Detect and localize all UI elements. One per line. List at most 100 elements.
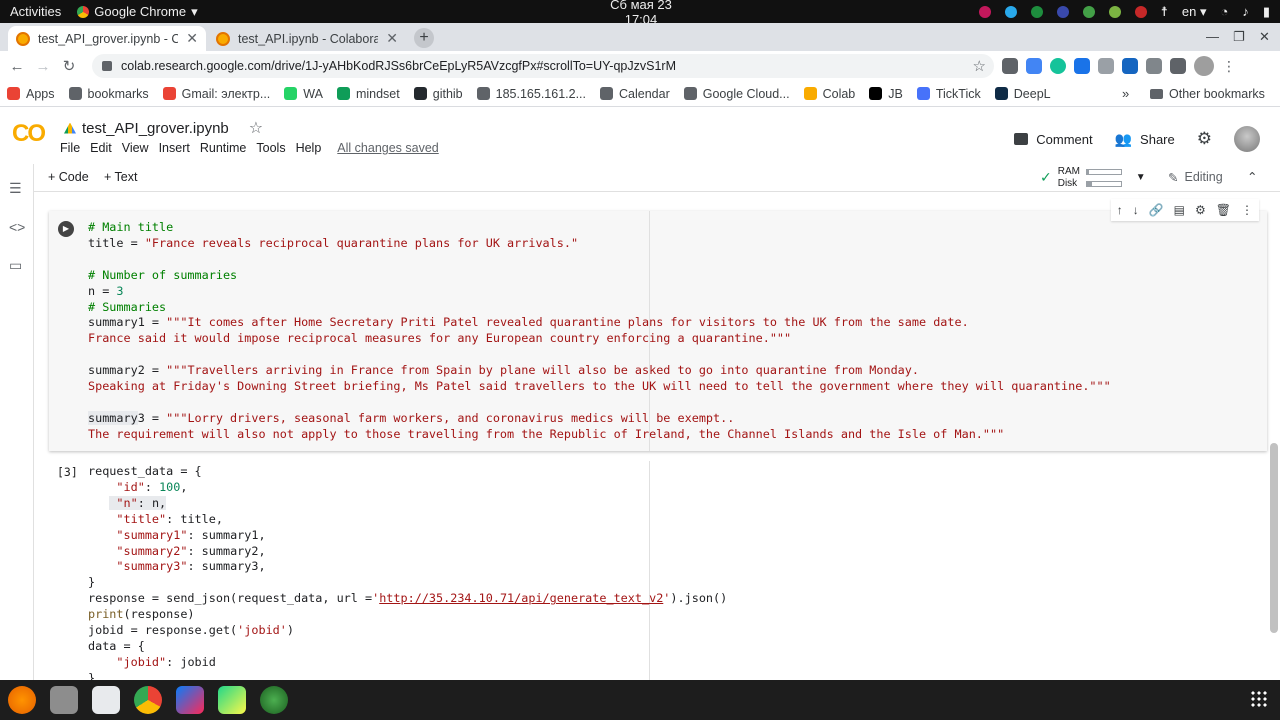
- menu-insert[interactable]: Insert: [159, 141, 198, 155]
- tab-inactive[interactable]: test_API.ipynb - Colabora ✕: [208, 26, 406, 51]
- accessibility-icon[interactable]: ☨: [1161, 4, 1168, 20]
- chevron-down-icon[interactable]: ▼: [1136, 172, 1146, 183]
- bookmark-item[interactable]: 185.165.161.2...: [470, 87, 593, 101]
- star-icon[interactable]: ☆: [249, 118, 263, 138]
- add-code-button[interactable]: + Code: [48, 170, 89, 184]
- code-line: }: [88, 575, 96, 590]
- bookmark-item[interactable]: WA: [277, 87, 330, 101]
- menu-tools[interactable]: Tools: [256, 141, 293, 155]
- more-icon[interactable]: ⋮: [1241, 203, 1253, 217]
- app-menu[interactable]: Google Chrome ▾: [71, 4, 203, 20]
- code-line: "id": 100,: [116, 479, 188, 494]
- bookmark-item[interactable]: bookmarks: [62, 87, 156, 101]
- globe-app-icon[interactable]: [260, 686, 288, 714]
- forward-arrow-icon[interactable]: →: [30, 58, 56, 75]
- back-arrow-icon[interactable]: ←: [4, 58, 30, 75]
- run-cell-button[interactable]: ▶: [58, 221, 74, 237]
- extension-tools-icon[interactable]: [1146, 58, 1162, 74]
- telegram-icon[interactable]: [1004, 5, 1017, 18]
- notebook-scrollbar[interactable]: [1270, 443, 1278, 633]
- extension-shield-icon[interactable]: [1002, 58, 1018, 74]
- extension-dots-icon[interactable]: [1098, 58, 1114, 74]
- bookmark-item[interactable]: githib: [407, 87, 470, 101]
- bookmark-item[interactable]: Colab: [797, 87, 863, 101]
- close-icon[interactable]: ✕: [386, 30, 398, 47]
- grammarly-icon[interactable]: [1050, 58, 1066, 74]
- reload-icon[interactable]: ↻: [56, 57, 82, 75]
- other-bookmarks-button[interactable]: Other bookmarks: [1150, 87, 1265, 101]
- text-editor-icon[interactable]: [92, 686, 120, 714]
- comment-icon[interactable]: ▤: [1174, 203, 1185, 217]
- bookmark-star-icon[interactable]: ☆: [973, 57, 986, 75]
- bookmark-item[interactable]: DeepL: [988, 87, 1058, 101]
- menu-runtime[interactable]: Runtime: [200, 141, 255, 155]
- chrome-menu-icon[interactable]: ⋮: [1222, 58, 1236, 75]
- comment-button[interactable]: Comment: [1014, 132, 1093, 147]
- close-window-icon[interactable]: ✕: [1259, 29, 1270, 45]
- address-bar[interactable]: colab.research.google.com/drive/1J-yAHbK…: [92, 54, 994, 78]
- maximize-icon[interactable]: ❐: [1233, 29, 1245, 45]
- activities-button[interactable]: Activities: [0, 4, 71, 19]
- intellij-icon[interactable]: [176, 686, 204, 714]
- bookmark-item[interactable]: mindset: [330, 87, 407, 101]
- bookmark-item[interactable]: TickTick: [910, 87, 988, 101]
- show-applications-icon[interactable]: [1250, 690, 1268, 708]
- bookmark-item[interactable]: Apps: [0, 87, 62, 101]
- add-text-button[interactable]: + Text: [104, 170, 137, 184]
- menu-help[interactable]: Help: [296, 141, 330, 155]
- collapse-header-icon[interactable]: ⌃: [1247, 169, 1257, 184]
- share-button[interactable]: 👥 Share: [1115, 131, 1175, 148]
- volume-icon[interactable]: ♪: [1242, 4, 1249, 19]
- sync-icon[interactable]: [1108, 5, 1121, 18]
- code-cell[interactable]: [3] request_data = { "id": 100, "n": n, …: [49, 461, 1267, 680]
- new-tab-button[interactable]: +: [414, 28, 434, 48]
- extension-translate-icon[interactable]: [1026, 58, 1042, 74]
- table-of-contents-icon[interactable]: ☰: [9, 180, 22, 197]
- red-app-icon[interactable]: [1134, 5, 1147, 18]
- whatsapp-icon: [284, 87, 298, 100]
- language-indicator[interactable]: en ▾: [1182, 4, 1207, 20]
- pycharm-icon[interactable]: [218, 686, 246, 714]
- battery-icon[interactable]: ▮: [1263, 4, 1270, 20]
- link-icon[interactable]: 🔗: [1149, 203, 1164, 217]
- dots-icon[interactable]: [1056, 5, 1069, 18]
- editing-mode-button[interactable]: ✎ Editing: [1168, 170, 1223, 185]
- bookmarks-overflow-button[interactable]: »: [1122, 86, 1129, 101]
- extension-runner-icon[interactable]: [1170, 58, 1186, 74]
- tab-active[interactable]: test_API_grover.ipynb - Co ✕: [8, 26, 206, 51]
- code-cell-focused[interactable]: ▶ ↑ ↓ 🔗 ▤ ⚙ 🗑 ⋮ # Main title title = "Fr…: [49, 199, 1267, 451]
- bookmark-item[interactable]: Calendar: [593, 87, 677, 101]
- cell-settings-icon[interactable]: ⚙: [1195, 203, 1206, 217]
- code-editor[interactable]: # Main title title = "France reveals rec…: [88, 220, 1111, 443]
- settings-gear-icon[interactable]: ⚙: [1197, 129, 1212, 149]
- firefox-icon[interactable]: [8, 686, 36, 714]
- code-snippets-icon[interactable]: <>: [9, 219, 25, 235]
- save-status[interactable]: All changes saved: [337, 141, 446, 155]
- shield-icon[interactable]: [1030, 5, 1043, 18]
- menu-file[interactable]: File: [60, 141, 88, 155]
- bookmark-item[interactable]: Gmail: электр...: [156, 87, 278, 101]
- delete-icon[interactable]: 🗑: [1216, 203, 1231, 217]
- colab-logo[interactable]: CO: [12, 120, 46, 148]
- menu-view[interactable]: View: [122, 141, 157, 155]
- extension-j-icon[interactable]: [1122, 58, 1138, 74]
- resources-indicator[interactable]: ✓ RAM Disk ▼: [1040, 166, 1146, 189]
- profile-avatar[interactable]: [1194, 56, 1214, 76]
- green-app-icon[interactable]: [1082, 5, 1095, 18]
- move-up-icon[interactable]: ↑: [1117, 203, 1123, 217]
- bookmark-item[interactable]: JB: [862, 87, 910, 101]
- wifi-icon[interactable]: ◔: [1220, 4, 1228, 19]
- move-down-icon[interactable]: ↓: [1133, 203, 1139, 217]
- extension-u-icon[interactable]: [1074, 58, 1090, 74]
- notebook-title[interactable]: test_API_grover.ipynb: [82, 120, 229, 137]
- minimize-icon[interactable]: —: [1206, 29, 1219, 44]
- chrome-icon[interactable]: [134, 686, 162, 714]
- bookmark-item[interactable]: Google Cloud...: [677, 87, 797, 101]
- files-icon[interactable]: [50, 686, 78, 714]
- user-avatar[interactable]: [1234, 126, 1260, 152]
- files-folder-icon[interactable]: ▭: [9, 257, 22, 274]
- close-icon[interactable]: ✕: [186, 30, 198, 47]
- menu-edit[interactable]: Edit: [90, 141, 120, 155]
- colorful-app-icon[interactable]: [978, 5, 991, 18]
- code-editor[interactable]: request_data = { "id": 100, "n": n, "tit…: [88, 464, 727, 680]
